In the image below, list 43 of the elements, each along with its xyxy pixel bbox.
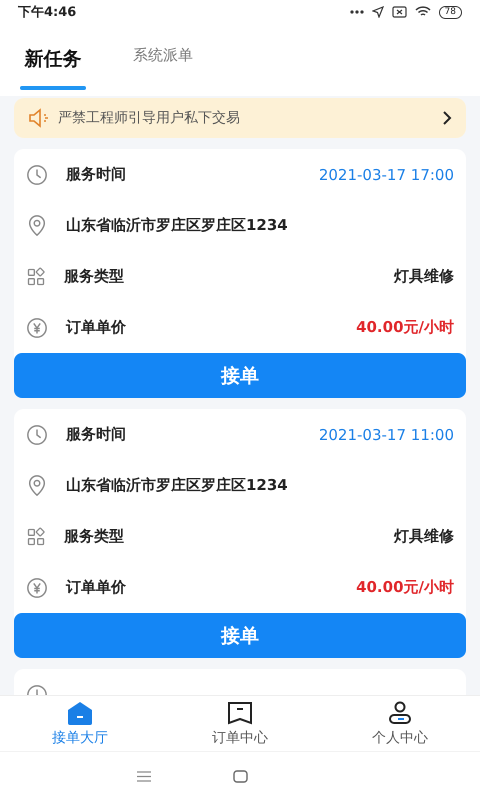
field-value: 灯具维修	[394, 527, 454, 546]
accept-order-button[interactable]: 接单	[14, 613, 466, 658]
yen-icon	[26, 576, 48, 598]
field-label: 订单单价	[66, 578, 126, 597]
nav-tab[interactable]: 订单中心	[160, 696, 320, 751]
tab[interactable]: 系统派单	[130, 24, 196, 92]
menu-icon[interactable]	[136, 770, 150, 782]
location-pin-icon	[26, 214, 48, 236]
accept-order-button[interactable]: 接单	[14, 353, 466, 398]
location-arrow-icon	[372, 6, 384, 18]
location-pin-icon	[26, 474, 48, 496]
notice-text: 严禁工程师引导用户私下交易	[58, 109, 241, 127]
more-dots-icon	[350, 10, 364, 14]
yen-icon	[26, 316, 48, 338]
field-value: 2021-03-17 11:00	[318, 426, 454, 444]
book-icon	[227, 700, 253, 724]
field-value: 2021-03-17 17:00	[318, 166, 454, 184]
grid-icon	[26, 526, 46, 546]
address-text: 山东省临沂市罗庄区罗庄区1234	[66, 216, 288, 235]
field-label: 服务类型	[64, 267, 124, 286]
field-value: 40.00元/小时	[356, 578, 454, 597]
address-text: 山东省临沂市罗庄区罗庄区1234	[66, 476, 288, 495]
status-time: 下午4:46	[18, 4, 76, 21]
field-label: 订单单价	[66, 318, 126, 337]
nav-tab[interactable]: 接单大厅	[0, 696, 160, 751]
clock-icon	[26, 424, 48, 446]
clock-icon	[26, 164, 48, 186]
home-square-icon[interactable]	[232, 770, 248, 782]
field-label: 服务类型	[64, 527, 124, 546]
field-label: 服务时间	[66, 165, 126, 184]
notice-banner[interactable]: 严禁工程师引导用户私下交易	[14, 98, 466, 138]
nav-tab[interactable]: 个人中心	[320, 696, 480, 751]
home-icon	[67, 700, 93, 724]
tab[interactable]: 新任务	[20, 24, 86, 92]
field-label: 服务时间	[66, 425, 126, 444]
wifi-icon	[414, 6, 431, 18]
person-icon	[387, 700, 413, 724]
battery-icon: 78	[438, 6, 462, 18]
field-value: 40.00元/小时	[356, 318, 454, 337]
grid-icon	[26, 266, 46, 286]
sim-icon	[392, 6, 407, 18]
field-value: 灯具维修	[394, 267, 454, 286]
chevron-right-icon	[442, 110, 452, 126]
